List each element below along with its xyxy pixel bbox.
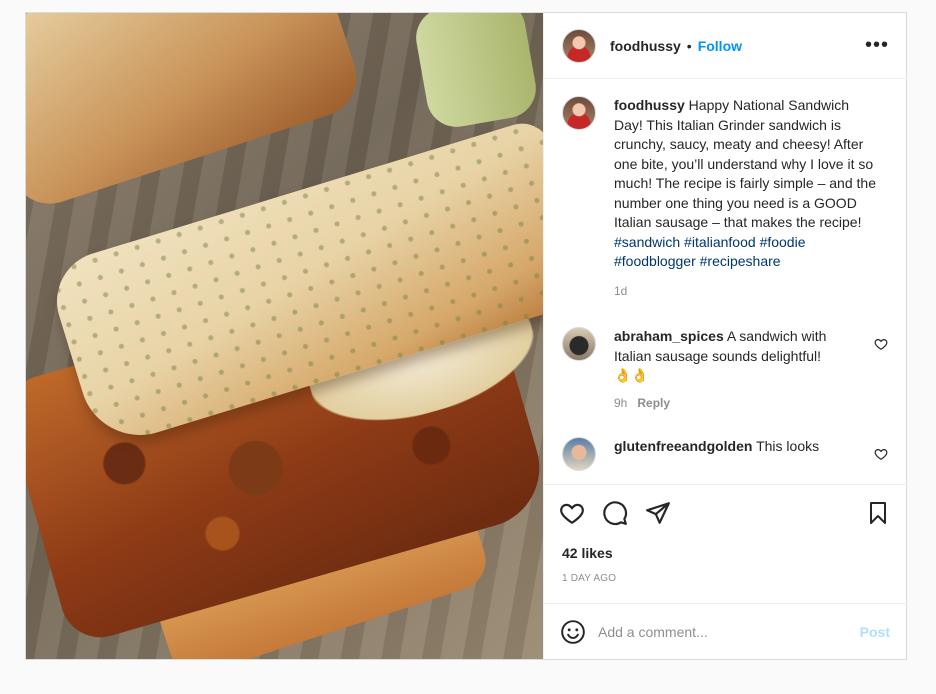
comment-text: This looks [752,438,820,454]
comment-meta: 9h Reply [614,394,854,414]
comments-list[interactable]: foodhussy Happy National Sandwich Day! T… [544,80,906,483]
post-photo[interactable] [26,13,543,659]
caption-avatar[interactable] [562,96,596,130]
caption-body: foodhussy Happy National Sandwich Day! T… [614,96,876,301]
commenter-username[interactable]: abraham_spices [614,328,724,344]
post-side-panel: foodhussy • Follow ••• foodhussy Happy N… [543,13,908,659]
save-button[interactable] [864,499,892,527]
commenter-username[interactable]: glutenfreeandgolden [614,438,752,454]
comment-time: 9h [614,395,628,410]
comment-bubble-icon [603,501,628,526]
post-timestamp: 1 DAY AGO [562,573,617,584]
hashtag-link[interactable]: #foodie [760,234,806,250]
hashtag-link[interactable]: #recipeshare [700,253,781,269]
share-button[interactable] [644,499,672,527]
celery-garnish [411,13,541,132]
heart-icon [560,503,584,525]
hashtag-link[interactable]: #sandwich [614,234,680,250]
follow-button[interactable]: Follow [698,38,742,54]
author-username[interactable]: foodhussy [610,38,681,54]
post-card: foodhussy • Follow ••• foodhussy Happy N… [25,12,908,660]
more-options-icon[interactable]: ••• [865,35,889,55]
post-header: foodhussy • Follow ••• [544,13,907,79]
comment-item: abraham_spices A sandwich with Italian s… [562,327,888,413]
post-actions: 42 likes 1 DAY AGO Post [544,484,908,659]
emoji-icon[interactable] [560,619,586,645]
comment-body: glutenfreeandgolden This looks [614,437,854,471]
comment-button[interactable] [601,499,629,527]
caption-time: 1d [614,283,628,298]
like-comment-icon[interactable] [874,337,888,351]
comment-body: abraham_spices A sandwich with Italian s… [614,327,854,413]
comment-input[interactable] [598,623,838,640]
hashtag-link[interactable]: #italianfood [684,234,756,250]
bookmark-icon [870,502,886,524]
like-comment-icon[interactable] [874,447,888,461]
add-comment-bar: Post [544,603,908,659]
separator-dot: • [686,37,692,54]
reply-button[interactable]: Reply [637,396,670,410]
caption-username[interactable]: foodhussy [614,97,685,113]
caption-text: Happy National Sandwich Day! This Italia… [614,97,876,230]
comment-item: glutenfreeandgolden This looks [562,437,888,471]
caption: foodhussy Happy National Sandwich Day! T… [562,96,888,301]
hashtag-link[interactable]: #foodblogger [614,253,696,269]
like-button[interactable] [558,499,586,527]
commenter-avatar[interactable] [562,437,596,471]
action-icons [544,485,908,541]
comment-emoji: 👌👌 [614,367,649,383]
post-comment-button[interactable]: Post [860,624,890,640]
paper-plane-icon [646,502,670,524]
commenter-avatar[interactable] [562,327,596,361]
author-avatar[interactable] [562,28,596,63]
likes-count[interactable]: 42 likes [544,545,908,561]
